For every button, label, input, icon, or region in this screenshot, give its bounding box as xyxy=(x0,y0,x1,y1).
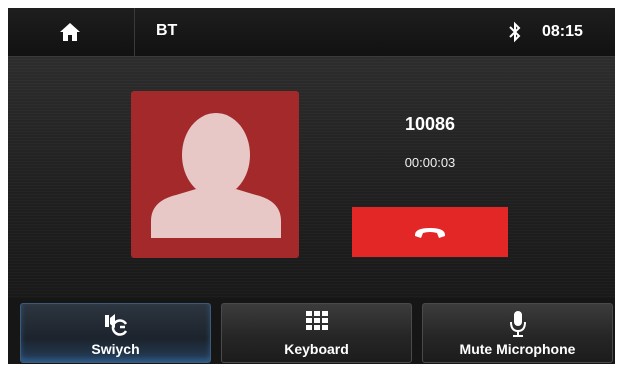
bluetooth-icon xyxy=(509,21,521,43)
top-bar: BT 08:15 xyxy=(8,8,615,57)
main-background xyxy=(8,56,615,298)
home-button[interactable] xyxy=(8,8,135,56)
hang-up-icon xyxy=(414,228,446,238)
bt-call-screen: BT 08:15 10086 00:00:03 Swiych Keyboard … xyxy=(8,8,615,364)
contact-avatar xyxy=(131,91,299,258)
clock: 08:15 xyxy=(542,23,583,40)
call-duration: 00:00:03 xyxy=(404,155,456,170)
keyboard-button[interactable]: Keyboard xyxy=(221,303,412,363)
microphone-icon xyxy=(509,311,526,337)
switch-audio-button[interactable]: Swiych xyxy=(20,303,211,363)
home-icon xyxy=(60,23,80,41)
mute-microphone-label: Mute Microphone xyxy=(459,341,576,357)
hang-up-button[interactable] xyxy=(352,207,508,257)
contact-silhouette-icon xyxy=(151,113,281,238)
page-title: BT xyxy=(156,22,178,39)
switch-audio-label: Swiych xyxy=(91,341,140,357)
keyboard-label: Keyboard xyxy=(284,341,349,357)
bottom-bar: Swiych Keyboard Mute Microphone xyxy=(8,298,615,364)
caller-number: 10086 xyxy=(404,114,456,134)
keypad-icon xyxy=(305,311,328,330)
switch-audio-icon xyxy=(104,314,127,336)
mute-microphone-button[interactable]: Mute Microphone xyxy=(422,303,613,363)
